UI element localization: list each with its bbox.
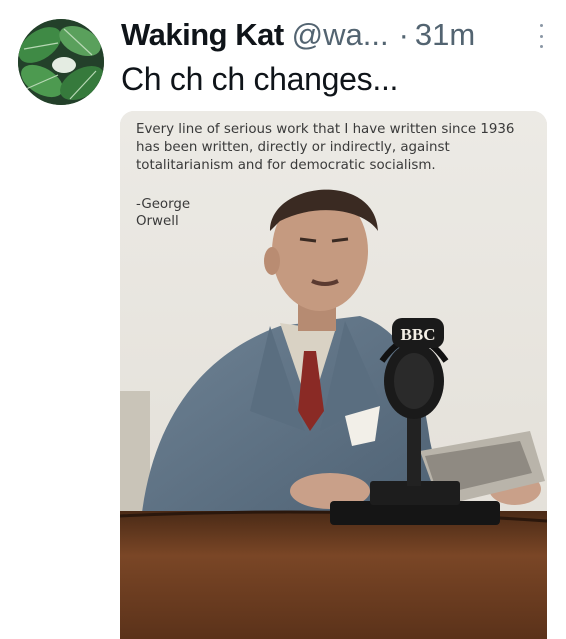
orwell-photo: BBC: [120, 111, 547, 639]
avatar[interactable]: [18, 19, 104, 105]
timestamp[interactable]: 31m: [415, 17, 475, 53]
more-options-icon[interactable]: [536, 24, 546, 48]
quote-author: -George Orwell: [136, 196, 190, 230]
tweet[interactable]: Waking Kat @wa... · 31m Ch ch ch changes…: [0, 0, 566, 639]
author-line-2: Orwell: [136, 214, 179, 229]
leaf-plant-avatar-icon: [18, 19, 104, 105]
author-line-1: -George: [136, 197, 191, 212]
user-handle[interactable]: @wa...: [292, 17, 389, 53]
separator-dot: ·: [398, 17, 409, 52]
display-name[interactable]: Waking Kat: [121, 17, 284, 53]
tweet-header: Waking Kat @wa... · 31m: [121, 13, 546, 57]
bbc-mic-label: BBC: [401, 325, 436, 344]
tweet-image[interactable]: BBC Every line of serious work that I ha…: [120, 111, 547, 639]
quote-text: Every line of serious work that I have w…: [136, 122, 515, 173]
tweet-text: Ch ch ch changes...: [121, 61, 399, 97]
